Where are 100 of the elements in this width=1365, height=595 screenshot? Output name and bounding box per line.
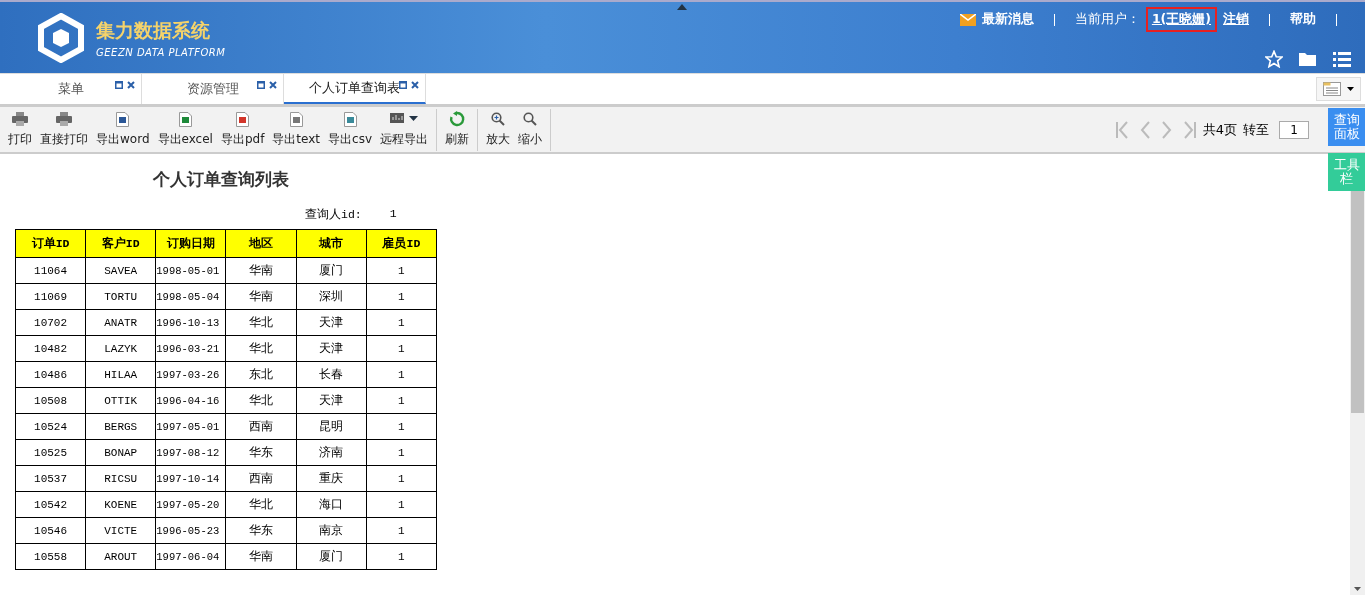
toolbar-button[interactable]: 导出excel [153,111,217,148]
current-user-link[interactable]: 1(王晓姗) [1145,7,1217,32]
toolbar-button[interactable]: 刷新 [441,111,473,148]
table-cell: 1997-08-12 [155,439,226,466]
toolbar-button[interactable]: 放大 [482,111,514,148]
table-cell: 1 [366,491,437,518]
list-icon[interactable] [1333,51,1351,67]
system-subtitle: GEEZN DATA PLATFORM [96,46,226,58]
toolbar-button[interactable]: 直接打印 [36,111,92,148]
table-cell: 10546 [15,517,86,544]
toolbar-button[interactable]: 导出csv [324,111,376,148]
close-icon[interactable] [411,81,419,89]
table-cell: 1 [366,335,437,362]
table-cell: 10486 [15,361,86,388]
column-header: 客户ID [85,229,156,258]
table-cell: 10524 [15,413,86,440]
table-cell: 天津 [296,309,367,336]
zoom-out-icon [523,111,537,127]
table-cell: 10542 [15,491,86,518]
table-cell: 1997-05-01 [155,413,226,440]
current-user-label: 当前用户： [1074,11,1140,28]
table-cell: LAZYK [85,335,156,362]
table-cell: 华北 [225,335,297,362]
zoom-in-icon [491,111,505,127]
table-cell: 华南 [225,543,297,570]
table-cell: 1 [366,387,437,414]
collapse-caret-icon[interactable] [677,4,687,10]
table-cell: 西南 [225,413,297,440]
page-input[interactable]: 1 [1279,120,1309,139]
tab[interactable]: 个人订单查询表 [284,73,426,104]
printer-icon [12,111,28,127]
table-cell: 华南 [225,283,297,310]
table-cell: 11064 [15,257,86,284]
table-cell: 10537 [15,465,86,492]
toolbar-button[interactable]: 打印 [4,111,36,148]
table-cell: 长春 [296,361,367,388]
cube-logo-icon [36,12,86,63]
table-cell: 1 [366,361,437,388]
column-header: 城市 [296,229,367,258]
table-cell: 天津 [296,335,367,362]
table-cell: 1997-10-14 [155,465,226,492]
column-header: 订购日期 [155,229,226,258]
param-value: 1 [389,207,397,222]
printer-icon [56,111,72,127]
table-cell: 1997-03-26 [155,361,226,388]
view-menu-button[interactable] [1316,77,1361,101]
close-icon[interactable] [269,81,277,89]
param-label: 查询人id: [305,207,362,222]
column-header: 地区 [225,229,297,258]
table-cell: 济南 [296,439,367,466]
table-cell: 1997-05-20 [155,491,226,518]
window-icon [1323,82,1341,96]
table-cell: 1 [366,517,437,544]
scrollbar[interactable] [1350,189,1365,595]
maximize-icon[interactable] [115,81,123,89]
refresh-icon [449,111,465,127]
table-cell: 1 [366,439,437,466]
table-cell: 华北 [225,387,297,414]
table-cell: 11069 [15,283,86,310]
scroll-down-icon[interactable] [1354,587,1361,591]
toolbar-button[interactable]: 导出pdf [216,111,269,148]
report-title: 个人订单查询列表 [152,168,290,191]
tab[interactable]: 资源管理 [142,73,284,104]
maximize-icon[interactable] [257,81,265,89]
document-icon [289,111,303,127]
table-cell: 东北 [225,361,297,388]
toolbar-button[interactable]: 远程导出 [376,111,432,148]
tab[interactable]: 菜单 [0,73,142,104]
table-cell: 1 [366,283,437,310]
maximize-icon[interactable] [399,81,407,89]
table-cell: 10702 [15,309,86,336]
dropdown-caret-icon [1347,87,1354,91]
table-cell: 厦门 [296,257,367,284]
table-cell: 1996-03-21 [155,335,226,362]
table-cell: 1 [366,543,437,570]
table-cell: 1 [366,465,437,492]
toolbar-button[interactable]: 缩小 [514,111,546,148]
table-cell: 天津 [296,387,367,414]
table-cell: SAVEA [85,257,156,284]
document-icon [116,111,130,127]
table-cell: RICSU [85,465,156,492]
latest-messages-link[interactable]: 最新消息 [981,11,1034,28]
table-cell: 1997-06-04 [155,543,226,570]
column-header: 订单ID [15,229,86,258]
table-cell: TORTU [85,283,156,310]
table-cell: 华东 [225,517,297,544]
folder-icon[interactable] [1299,51,1317,67]
toolbar-button[interactable]: 导出word [92,111,154,148]
table-cell: 华北 [225,309,297,336]
table-cell: HILAA [85,361,156,388]
toolbar-button[interactable]: 导出text [268,111,325,148]
table-cell: BERGS [85,413,156,440]
document-icon [236,111,250,127]
help-link[interactable]: 帮助 [1290,11,1316,28]
table-cell: AROUT [85,543,156,570]
table-cell: 1 [366,257,437,284]
close-icon[interactable] [127,81,135,89]
table-cell: VICTE [85,517,156,544]
star-icon[interactable] [1265,50,1283,68]
logout-link[interactable]: 注销 [1223,11,1249,28]
